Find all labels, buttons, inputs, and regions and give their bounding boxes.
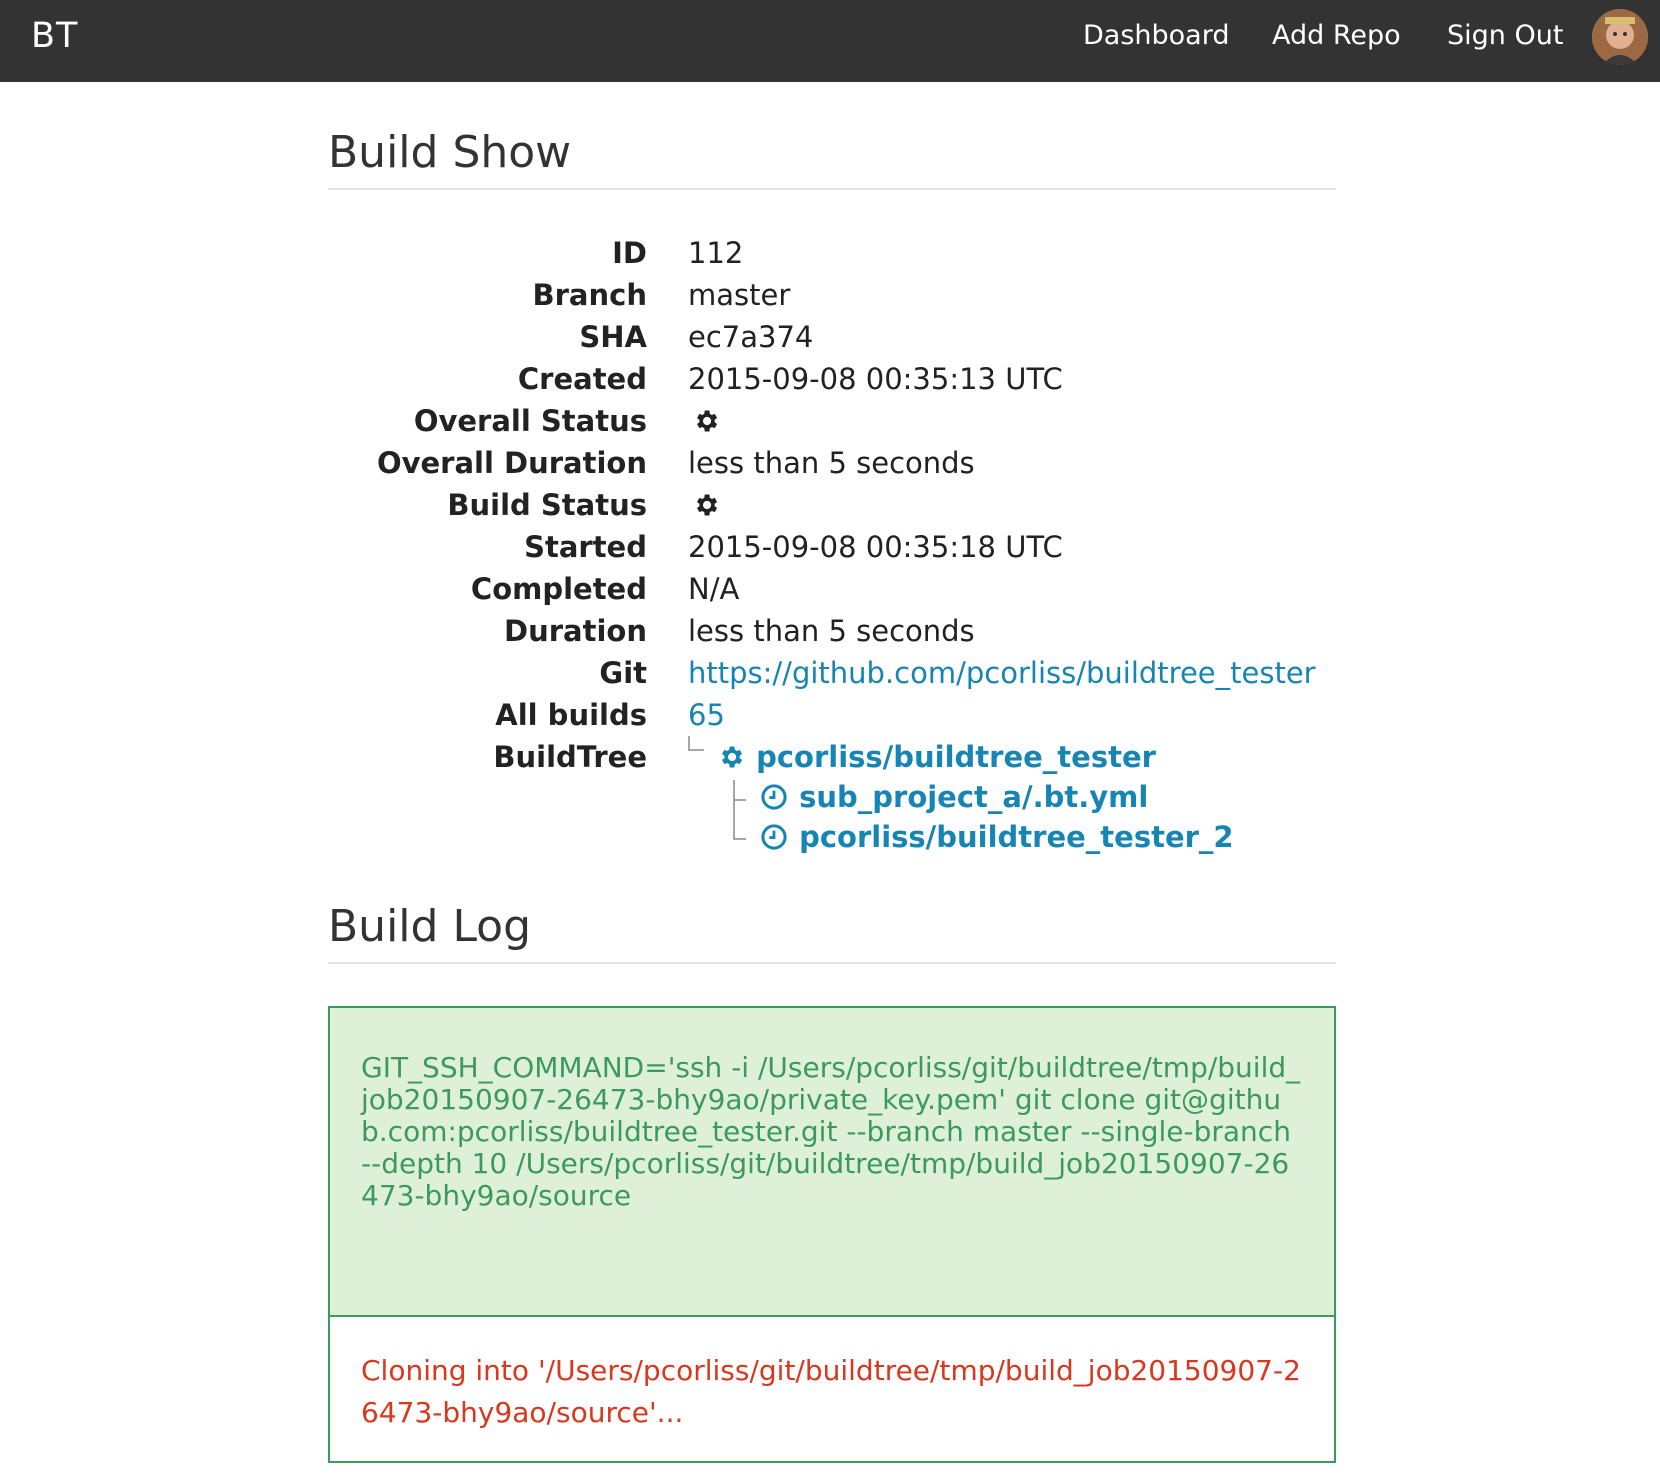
gear-icon [722,746,743,768]
tree-root-link[interactable]: pcorliss/buildtree_tester [756,740,1156,774]
gear-icon [697,494,718,516]
build-log-panel: GIT_SSH_COMMAND='ssh -i /Users/pcorliss/… [328,1006,1336,1463]
build-log-title: Build Log [328,901,532,952]
log-command-text: GIT_SSH_COMMAND='ssh -i /Users/pcorliss/… [361,1051,1301,1212]
branch-value: master [688,278,791,312]
completed-value: N/A [688,572,740,606]
completed-label: Completed [470,572,647,606]
sha-value: ec7a374 [688,320,814,354]
navbar: BT Dashboard Add Repo Sign Out [0,0,1660,82]
all-builds-label: All builds [495,698,647,732]
log-command-entry: GIT_SSH_COMMAND='ssh -i /Users/pcorliss/… [330,1008,1334,1317]
page-title: Build Show [328,127,572,178]
duration-value: less than 5 seconds [688,614,975,648]
title-divider [328,188,1336,190]
created-value: 2015-09-08 00:35:13 UTC [688,362,1063,396]
tree-child-node: sub_project_a/.bt.yml [760,780,1148,814]
sha-label: SHA [579,320,647,354]
git-label: Git [599,656,647,690]
nav-sign-out-link[interactable]: Sign Out [1447,20,1563,51]
started-label: Started [524,530,647,564]
overall-duration-label: Overall Duration [376,446,647,480]
clock-icon [761,824,787,850]
git-url-link[interactable]: https://github.com/pcorliss/buildtree_te… [688,656,1316,690]
overall-duration-value: less than 5 seconds [688,446,975,480]
buildtree-label: BuildTree [493,740,647,774]
git-value: https://github.com/pcorliss/buildtree_te… [688,656,1316,690]
created-label: Created [517,362,647,396]
build-status-label: Build Status [447,488,647,522]
nav-dashboard-link[interactable]: Dashboard [1083,20,1229,51]
all-builds-link[interactable]: 65 [688,698,725,732]
build-log-divider [328,962,1336,964]
started-value: 2015-09-08 00:35:18 UTC [688,530,1063,564]
log-output-text: Cloning into '/Users/pcorliss/git/buildt… [361,1354,1301,1429]
all-builds-value: 65 [688,698,725,732]
avatar-image [1592,9,1648,65]
tree-root-node: pcorliss/buildtree_tester [717,740,1156,774]
tree-child-node: pcorliss/buildtree_tester_2 [760,820,1234,854]
brand-link[interactable]: BT [31,16,78,56]
tree-child-link[interactable]: pcorliss/buildtree_tester_2 [799,820,1234,854]
overall-status-label: Overall Status [413,404,647,438]
branch-label: Branch [532,278,647,312]
overall-status-value [692,407,720,442]
clock-icon [761,784,787,810]
id-value: 112 [688,236,744,270]
build-status-value [692,491,720,526]
tree-child-link[interactable]: sub_project_a/.bt.yml [799,780,1148,814]
nav-add-repo-link[interactable]: Add Repo [1272,20,1401,51]
gear-icon [697,410,718,432]
id-label: ID [612,236,647,270]
avatar[interactable] [1592,9,1648,65]
duration-label: Duration [504,614,647,648]
